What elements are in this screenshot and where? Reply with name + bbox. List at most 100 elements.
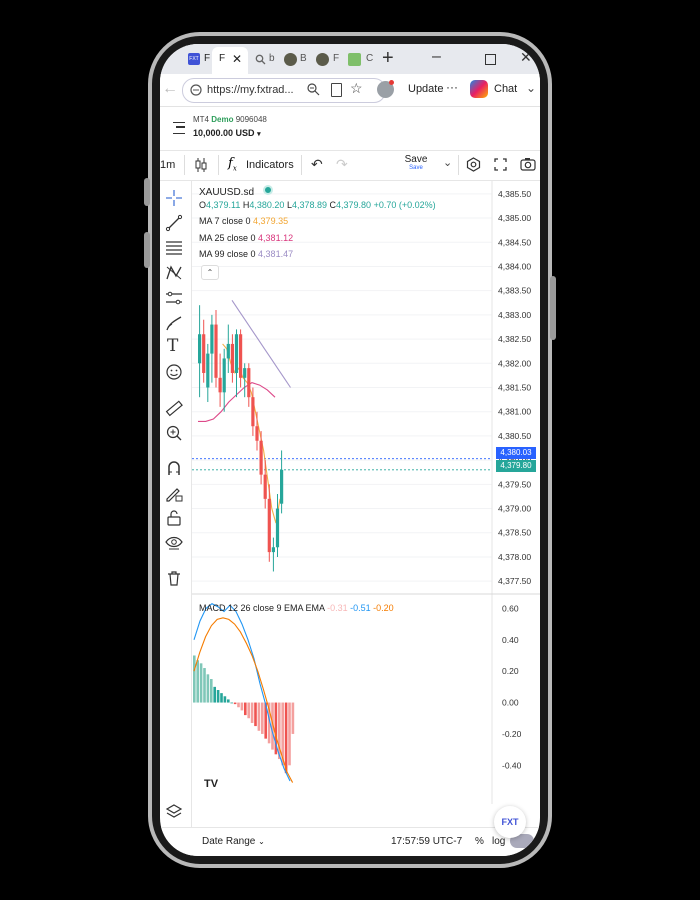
url-field[interactable]: https://my.fxtrad... ☆ <box>182 78 386 103</box>
divider <box>458 155 459 175</box>
fxt-chat-button[interactable]: FXT <box>494 806 526 838</box>
market-status-dot <box>262 185 273 195</box>
ma25-legend[interactable]: MA 25 close 0 4,381.12 <box>199 233 293 243</box>
tab-label[interactable]: F <box>204 53 210 64</box>
camera-icon[interactable] <box>520 157 536 171</box>
macd-histogram-bar <box>288 702 291 766</box>
text-icon[interactable]: T <box>167 336 178 356</box>
reader-icon[interactable] <box>331 83 342 97</box>
menu-icon[interactable] <box>173 122 185 134</box>
clock-timezone[interactable]: 17:57:59 UTC-7 <box>391 836 462 847</box>
minimize-icon[interactable]: – <box>432 48 441 66</box>
macd-tick-label: -0.40 <box>502 760 522 770</box>
ma99-legend[interactable]: MA 99 close 0 4,381.47 <box>199 249 293 259</box>
forecast-icon[interactable] <box>165 289 183 307</box>
zoom-in-icon[interactable] <box>165 424 183 442</box>
trash-icon[interactable] <box>165 569 183 587</box>
macd-histogram-bar <box>244 702 247 716</box>
tab-label[interactable]: B <box>300 53 307 64</box>
save-button[interactable]: Save Save <box>398 154 434 176</box>
new-tab-icon[interactable]: + <box>382 47 394 70</box>
candle-body <box>275 508 280 548</box>
back-icon[interactable]: ← <box>162 80 178 98</box>
symbol-legend[interactable]: XAUUSD.sd <box>199 185 273 198</box>
macd-tick-label: 0.20 <box>502 666 519 676</box>
macd-histogram-bar <box>254 702 257 727</box>
indicators-button[interactable]: Indicators <box>246 159 294 171</box>
pencil-lock-icon[interactable] <box>165 484 183 502</box>
collapse-legend-button[interactable]: ⌃ <box>201 265 219 280</box>
fullscreen-icon[interactable] <box>494 158 507 171</box>
star-icon[interactable]: ☆ <box>350 80 363 97</box>
log-toggle[interactable]: log <box>492 836 505 847</box>
price-tick-label: 4,378.00 <box>498 552 531 562</box>
layers-icon[interactable] <box>165 803 183 821</box>
macd-histogram-bar <box>206 674 210 703</box>
macd-histogram-bar <box>196 660 199 703</box>
settings-icon[interactable] <box>466 157 481 172</box>
macd-histogram-bar <box>203 668 206 703</box>
candle-body <box>267 498 271 553</box>
date-range-button[interactable]: Date Range ⌄ <box>202 836 265 847</box>
macd-histogram-bar <box>291 702 295 734</box>
fxt-tab-icon: FXT <box>188 53 200 65</box>
candle-body <box>239 334 243 378</box>
zoom-icon[interactable] <box>307 83 320 96</box>
chevron-down-icon[interactable]: ⌄ <box>443 156 452 169</box>
chart-canvas[interactable]: 4,385.50 4,385.00 4,384.50 4,384.00 4,383.50… <box>192 181 540 804</box>
candle-body <box>247 368 251 398</box>
update-button[interactable]: Update ··· <box>402 78 464 101</box>
emoji-icon[interactable] <box>165 363 183 381</box>
tab-active[interactable]: F ✕ <box>212 47 248 74</box>
macd-histogram-bar <box>257 702 261 731</box>
macd-axis-ticks: 0.60 0.40 0.20 0.00 -0.20 -0.40 <box>502 603 522 770</box>
address-bar-row: ← https://my.fxtrad... ☆ Update ··· Chat… <box>160 74 540 107</box>
candle-body <box>234 334 239 373</box>
macd-legend[interactable]: MACD 12 26 close 9 EMA EMA -0.31 -0.51 -… <box>199 603 394 613</box>
account-header: MT4 Demo 9096048 10,000.00 USD ▾ <box>160 106 540 151</box>
indicators-icon[interactable]: fx <box>228 156 237 173</box>
tab-favicon <box>316 53 329 66</box>
maximize-icon[interactable] <box>485 54 496 65</box>
interval-button[interactable]: 1m <box>160 159 175 171</box>
ruler-icon[interactable] <box>165 399 183 417</box>
price-tick-label: 4,384.50 <box>498 237 531 247</box>
macd-histogram-bar <box>220 693 223 703</box>
divider <box>184 155 185 175</box>
price-tick-label: 4,379.00 <box>498 504 531 514</box>
crosshair-icon[interactable] <box>165 189 183 207</box>
window-close-icon[interactable]: ✕ <box>520 49 532 66</box>
copilot-icon[interactable] <box>470 80 488 98</box>
ma7-legend[interactable]: MA 7 close 0 4,379.35 <box>199 216 288 226</box>
trend-line-icon[interactable] <box>165 214 183 232</box>
lock-icon[interactable] <box>165 509 183 527</box>
redo-icon[interactable]: ↷ <box>336 156 348 173</box>
close-icon[interactable]: ✕ <box>232 52 242 66</box>
brush-icon[interactable] <box>165 314 183 332</box>
site-info-icon[interactable] <box>190 84 202 96</box>
account-balance-selector[interactable]: 10,000.00 USD ▾ <box>193 128 261 138</box>
magnet-icon[interactable] <box>165 459 183 477</box>
tab-strip: FXT F F ✕ b B F C + – ✕ <box>160 44 540 74</box>
price-tick-label: 4,382.50 <box>498 334 531 344</box>
save-sub-label: Save <box>409 165 423 171</box>
pattern-icon[interactable] <box>165 264 183 282</box>
chat-label[interactable]: Chat <box>494 83 517 95</box>
candle-body <box>255 426 259 441</box>
chevron-down-icon[interactable]: ⌄ <box>526 81 536 95</box>
divider <box>218 155 219 175</box>
eye-icon[interactable] <box>165 534 183 552</box>
tab-label[interactable]: F <box>333 53 339 64</box>
chart-footer: Date Range ⌄ 17:57:59 UTC-7 % log <box>160 827 540 856</box>
tab-label[interactable]: C <box>366 53 373 64</box>
fib-retracement-icon[interactable] <box>165 239 183 257</box>
macd-tick-label: 0.00 <box>502 698 519 708</box>
price-badge-upper: 4,380.03 <box>496 447 536 459</box>
macd-histogram-bar <box>213 686 216 703</box>
macd-histogram-bar <box>230 702 233 704</box>
undo-icon[interactable]: ↶ <box>311 156 323 173</box>
candle-type-icon[interactable] <box>195 158 207 172</box>
tab-label[interactable]: b <box>269 53 275 64</box>
candle-body <box>230 343 234 373</box>
percent-toggle[interactable]: % <box>475 836 484 847</box>
